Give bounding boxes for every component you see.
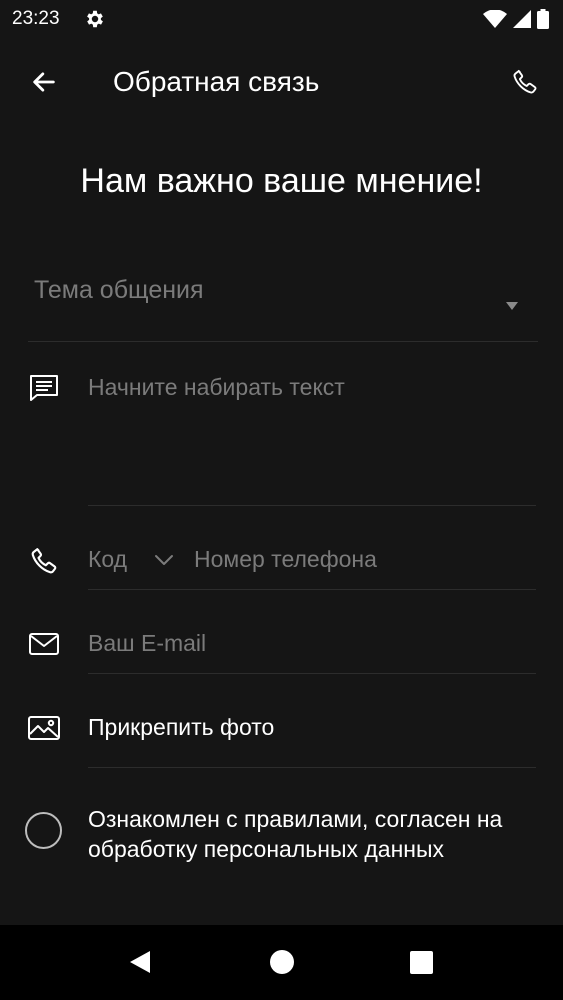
chevron-down-icon[interactable] [152,548,176,572]
back-button[interactable] [26,64,62,100]
status-time: 23:23 [12,8,60,29]
chat-icon [26,370,62,406]
feedback-screen: 23:23 Обратная связь Нам важно ваше мнен… [0,0,563,1000]
message-textarea[interactable]: Начните набирать текст [88,362,536,506]
nav-recents-icon[interactable] [410,951,433,974]
phone-field: Код Номер телефона [88,530,536,590]
nav-home-icon[interactable] [270,950,294,974]
system-nav-bar [0,925,563,1000]
message-placeholder: Начните набирать текст [88,374,345,400]
phone-code-select[interactable]: Код [88,546,127,573]
battery-icon [537,9,549,29]
status-icons [483,9,549,29]
consent-text[interactable]: Ознакомлен с правилами, согласен на обра… [88,804,538,864]
email-field[interactable]: Ваш E-mail [88,614,536,674]
email-placeholder: Ваш E-mail [88,630,207,656]
nav-back-icon[interactable] [128,950,152,974]
phone-call-icon [513,69,537,94]
app-bar: Обратная связь [0,50,563,114]
dropdown-arrow-icon [506,302,518,310]
page-headline: Нам важно ваше мнение! [80,162,483,200]
topic-placeholder: Тема общения [34,276,204,304]
attach-photo-label: Прикрепить фото [88,714,275,740]
image-icon [26,710,62,746]
topic-dropdown[interactable]: Тема общения [28,268,538,342]
app-title: Обратная связь [113,66,320,97]
mail-icon [26,626,62,662]
call-button[interactable] [505,62,545,102]
status-bar: 23:23 [0,0,563,38]
attach-photo-button[interactable]: Прикрепить фото [88,698,536,768]
phone-number-input[interactable]: Номер телефона [194,546,377,573]
consent-radio[interactable] [25,812,62,849]
gear-icon [87,10,103,28]
cell-signal-icon [513,10,531,28]
back-arrow-icon [33,72,55,92]
wifi-icon [483,10,507,28]
phone-icon [26,543,62,579]
